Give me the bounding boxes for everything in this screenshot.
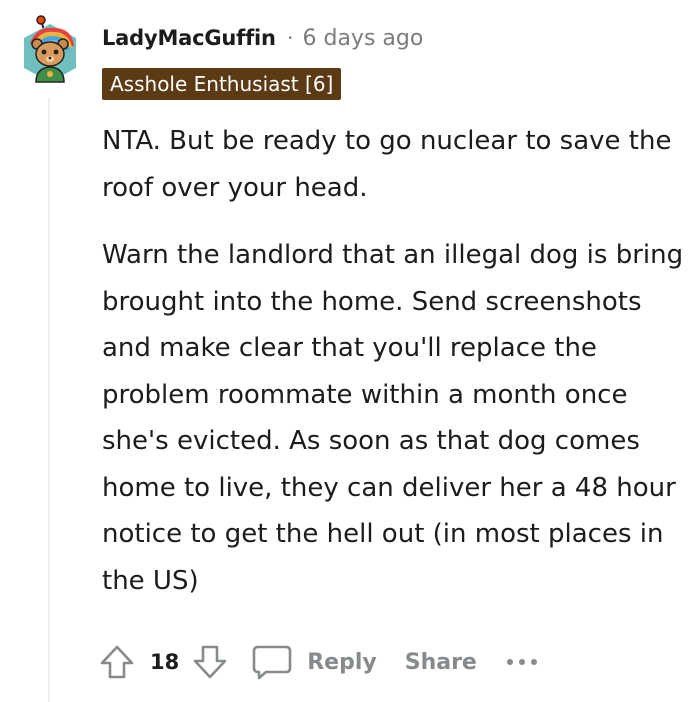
timestamp[interactable]: 6 days ago: [303, 26, 424, 51]
reply-label: Reply: [307, 649, 377, 675]
share-button[interactable]: Share: [405, 650, 477, 675]
user-flair: Asshole Enthusiast [6]: [102, 68, 342, 100]
comment-paragraph: NTA. But be ready to go nuclear to save …: [102, 126, 672, 203]
avatar-illustration: [24, 15, 76, 83]
comment-meta: LadyMacGuffin · 6 days ago: [102, 22, 423, 54]
speech-bubble-icon: [251, 644, 293, 680]
thread-line[interactable]: [48, 98, 50, 702]
username-link[interactable]: LadyMacGuffin: [102, 26, 276, 50]
vote-score: 18: [150, 650, 180, 674]
comment-paragraph: Warn the landlord that an illegal dog is…: [102, 240, 684, 596]
upvote-arrow-icon[interactable]: [98, 643, 136, 681]
meta-separator: ·: [286, 26, 294, 50]
comment-body: NTA. But be ready to go nuclear to save …: [102, 118, 692, 604]
reply-button[interactable]: Reply: [251, 644, 377, 680]
avatar[interactable]: [20, 14, 80, 86]
downvote-arrow-icon[interactable]: [191, 643, 229, 681]
comment-actions: 18 Reply Share: [98, 640, 539, 684]
ellipsis-icon[interactable]: [505, 656, 539, 668]
